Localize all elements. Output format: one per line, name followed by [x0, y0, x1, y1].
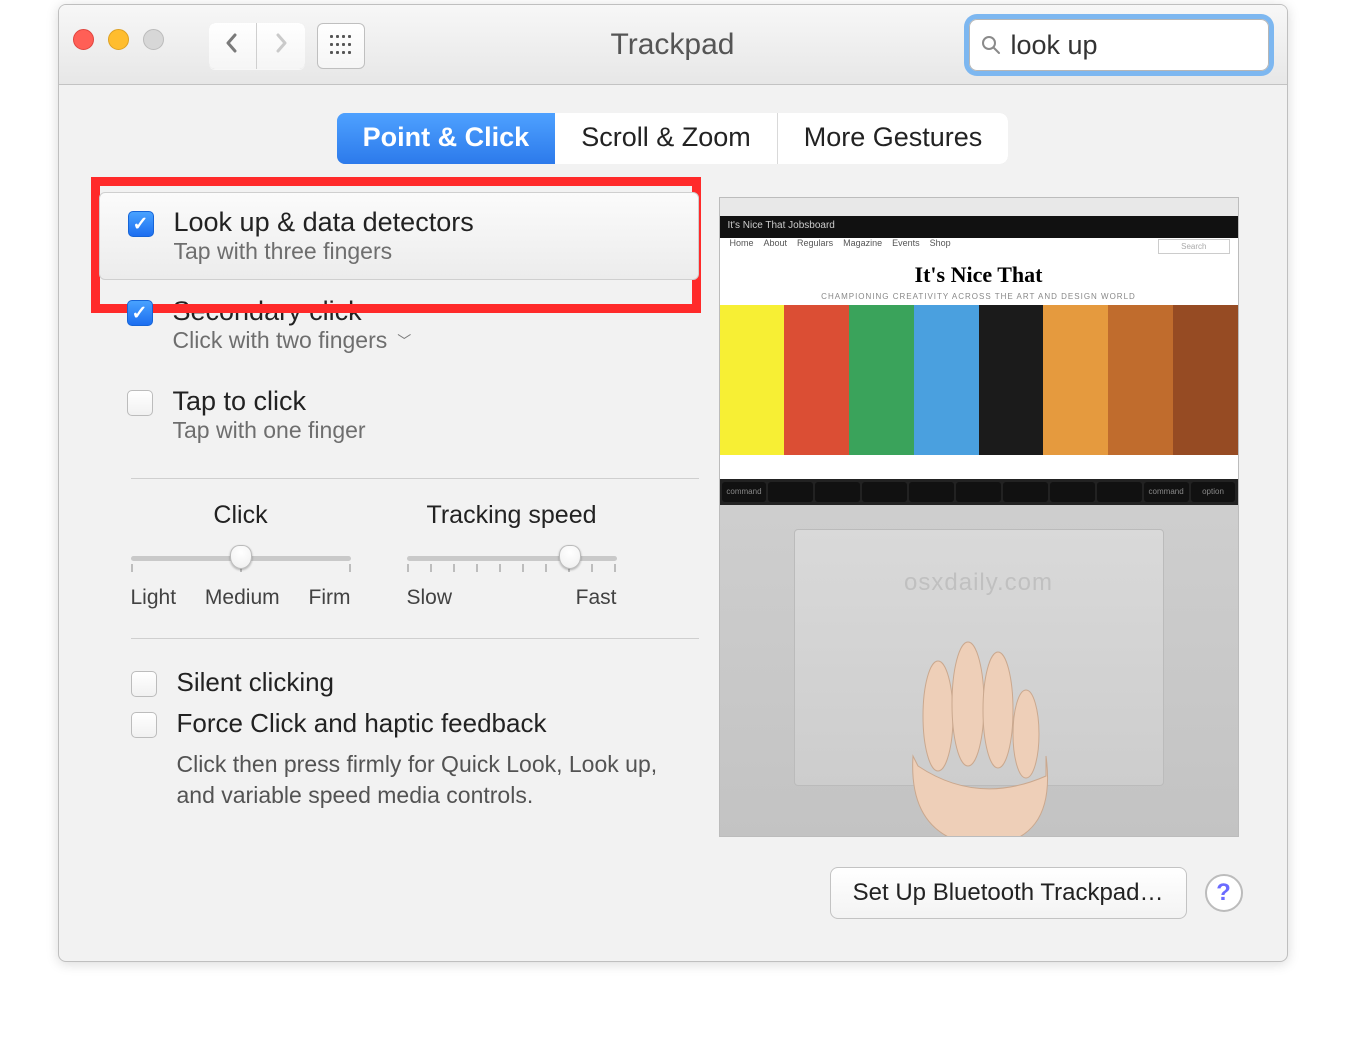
sliders: Click Light Medium Firm Tracking speed [99, 479, 699, 610]
lookup-text: Look up & data detectors Tap with three … [174, 207, 474, 265]
search-field[interactable]: ✕ [969, 19, 1269, 71]
option-force-click[interactable]: Force Click and haptic feedback [131, 708, 699, 739]
chevron-left-icon [224, 33, 240, 53]
zoom-window-button [143, 29, 164, 50]
click-slider-mid: Medium [205, 586, 280, 610]
lookup-title: Look up & data detectors [174, 207, 474, 238]
tap-to-click-subtitle: Tap with one finger [173, 417, 366, 444]
toolbar-nav [209, 23, 365, 69]
force-click-description: Click then press firmly for Quick Look, … [177, 749, 699, 811]
content: Look up & data detectors Tap with three … [59, 164, 1287, 861]
preview-blackbar: It's Nice That Jobsboard [720, 216, 1238, 238]
selection-arrow-icon [649, 192, 699, 280]
preview-panel: It's Nice That Jobsboard HomeAboutRegula… [719, 182, 1247, 837]
secondary-click-text: Secondary click Click with two fingers ﹀ [173, 296, 412, 354]
preview-search: Search [1158, 239, 1229, 254]
tab-more-gestures[interactable]: More Gestures [778, 113, 1009, 164]
preview-menu: HomeAboutRegularsMagazineEventsShop [720, 238, 961, 254]
secondary-click-title: Secondary click [173, 296, 412, 327]
back-button[interactable] [209, 23, 257, 69]
preview-watermark: osxdaily.com [720, 569, 1238, 597]
options-panel: Look up & data detectors Tap with three … [99, 182, 699, 837]
close-window-button[interactable] [73, 29, 94, 50]
chevron-right-icon [273, 33, 289, 53]
preview-artwork [720, 305, 1238, 455]
click-slider-label: Click [131, 501, 351, 530]
minimize-window-button[interactable] [108, 29, 129, 50]
preview-brand: It's Nice That [730, 264, 1228, 286]
forward-button[interactable] [257, 23, 305, 69]
option-lookup[interactable]: Look up & data detectors Tap with three … [99, 192, 699, 280]
option-silent-clicking[interactable]: Silent clicking [131, 667, 699, 698]
click-slider-high: Firm [309, 586, 351, 610]
tracking-slider[interactable] [407, 548, 617, 568]
force-click-checkbox[interactable] [131, 712, 157, 738]
tap-to-click-checkbox[interactable] [127, 390, 153, 416]
tracking-slider-label: Tracking speed [407, 501, 617, 530]
secondary-click-checkbox[interactable] [127, 300, 153, 326]
lookup-subtitle: Tap with three fingers [174, 238, 474, 265]
lookup-checkbox[interactable] [128, 211, 154, 237]
secondary-click-subtitle[interactable]: Click with two fingers ﹀ [173, 327, 412, 354]
tracking-slider-high: Fast [576, 586, 617, 610]
preview-tagline: CHAMPIONING CREATIVITY ACROSS THE ART AN… [730, 292, 1228, 301]
silent-clicking-label: Silent clicking [177, 667, 335, 698]
preview-trackpad: commandcommandoption osxdaily.com [720, 479, 1238, 836]
force-click-label: Force Click and haptic feedback [177, 708, 547, 739]
window-controls [73, 29, 164, 50]
footer: Set Up Bluetooth Trackpad… ? [59, 867, 1287, 961]
click-slider[interactable] [131, 548, 351, 568]
hand-icon [858, 636, 1078, 837]
chevron-down-icon: ﹀ [397, 331, 411, 351]
advanced-options: Silent clicking Force Click and haptic f… [99, 639, 699, 811]
option-tap-to-click[interactable]: Tap to click Tap with one finger [99, 370, 699, 460]
search-input[interactable] [1009, 29, 1288, 62]
tab-point-and-click[interactable]: Point & Click [337, 113, 556, 164]
preferences-window: Trackpad ✕ Point & Click Scroll & Zoom M… [58, 4, 1288, 962]
click-slider-block: Click Light Medium Firm [131, 501, 351, 610]
show-all-button[interactable] [317, 23, 365, 69]
click-slider-low: Light [131, 586, 177, 610]
silent-clicking-checkbox[interactable] [131, 671, 157, 697]
preview-browser: It's Nice That Jobsboard HomeAboutRegula… [720, 198, 1238, 479]
preview-keyboard: commandcommandoption [720, 479, 1238, 505]
search-icon [981, 35, 1001, 55]
tap-to-click-title: Tap to click [173, 386, 366, 417]
tabbar: Point & Click Scroll & Zoom More Gesture… [59, 113, 1287, 164]
grid-icon [330, 35, 352, 57]
tap-to-click-text: Tap to click Tap with one finger [173, 386, 366, 444]
tracking-slider-low: Slow [407, 586, 453, 610]
setup-bluetooth-trackpad-button[interactable]: Set Up Bluetooth Trackpad… [830, 867, 1187, 919]
gesture-preview: It's Nice That Jobsboard HomeAboutRegula… [719, 197, 1239, 837]
help-button[interactable]: ? [1205, 874, 1243, 912]
option-secondary-click[interactable]: Secondary click Click with two fingers ﹀ [99, 280, 699, 370]
tab-scroll-and-zoom[interactable]: Scroll & Zoom [555, 113, 778, 164]
tracking-slider-block: Tracking speed Slow Fast [407, 501, 617, 610]
secondary-click-subtitle-text: Click with two fingers [173, 327, 388, 354]
titlebar: Trackpad ✕ [59, 5, 1287, 85]
